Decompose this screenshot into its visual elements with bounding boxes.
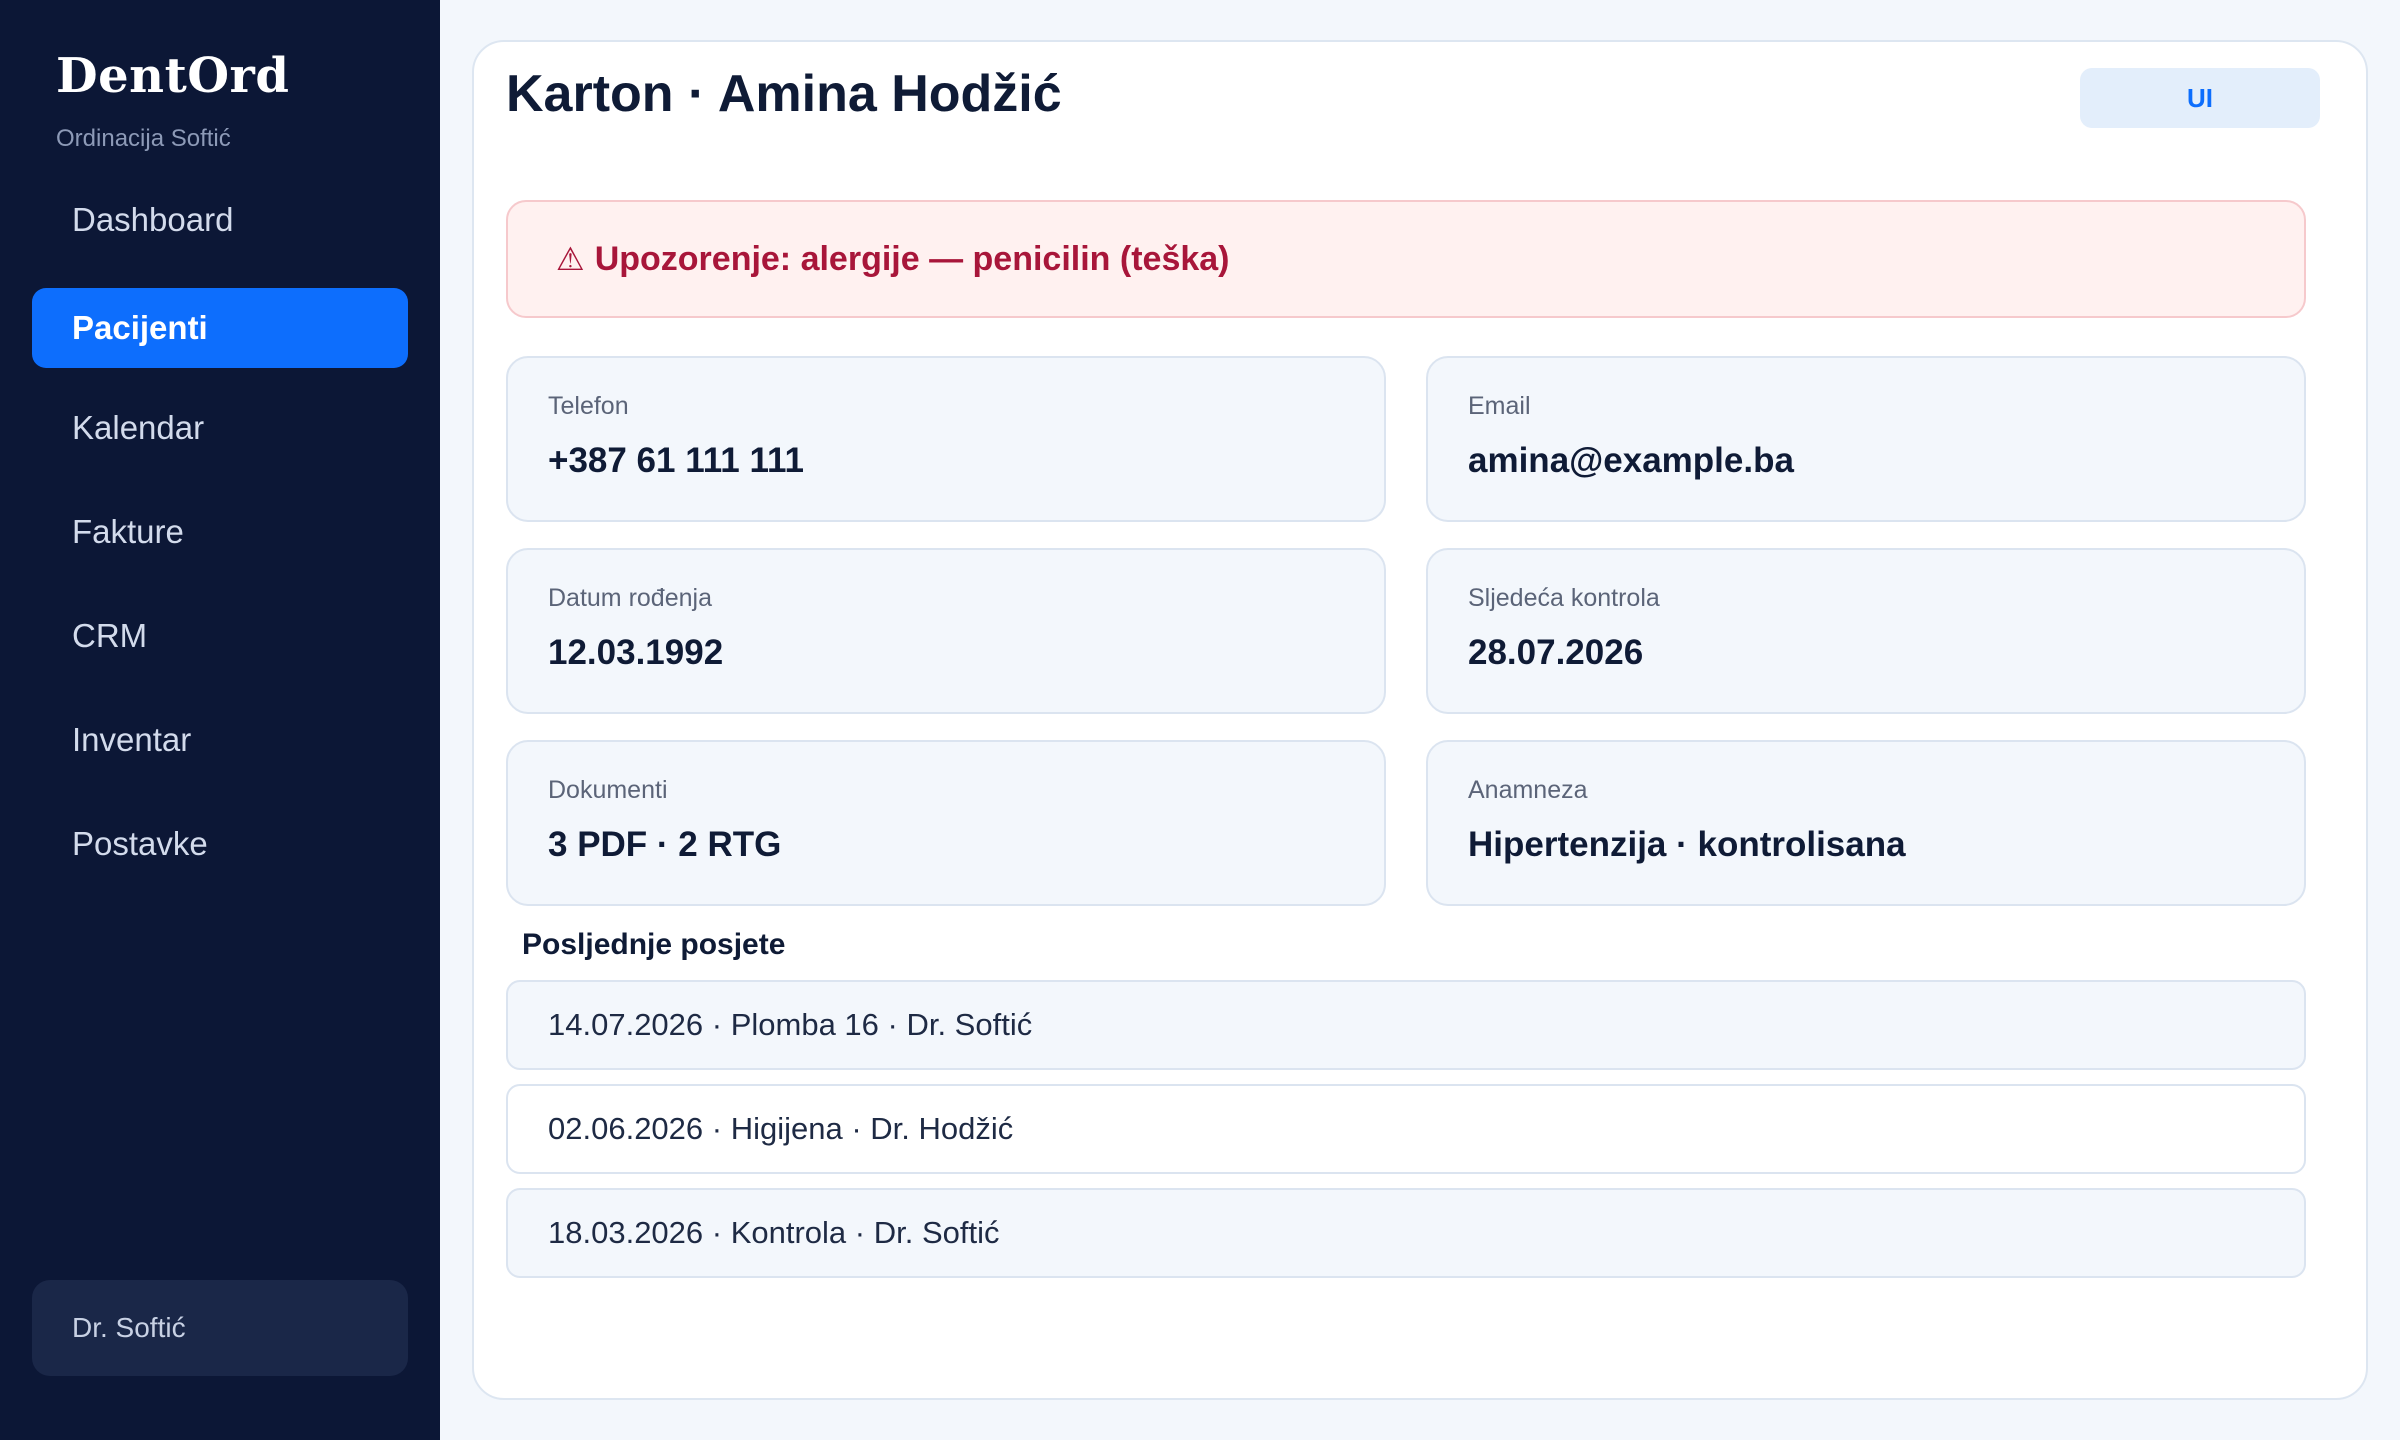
field-label: Email — [1468, 392, 1531, 420]
alert-text: Upozorenje: alergije — penicilin (teška) — [594, 239, 1230, 278]
field-label: Sljedeća kontrola — [1468, 584, 1660, 612]
sidebar-item-kalendar[interactable]: Kalendar — [32, 388, 408, 468]
allergy-alert: ⚠ Upozorenje: alergije — penicilin (tešk… — [506, 200, 2306, 318]
field-card-anamnesis: Anamneza Hipertenzija · kontrolisana — [1426, 740, 2306, 906]
sidebar-item-crm[interactable]: CRM — [32, 596, 408, 676]
field-card-email: Email amina@example.ba — [1426, 356, 2306, 522]
field-label: Datum rođenja — [548, 584, 712, 612]
sidebar-item-pacijenti[interactable]: Pacijenti — [32, 288, 408, 368]
field-label: Anamneza — [1468, 776, 1588, 804]
field-value: Hipertenzija · kontrolisana — [1468, 825, 1906, 864]
field-label: Dokumenti — [548, 776, 668, 804]
recent-visits-title: Posljednje posjete — [522, 928, 786, 961]
sidebar-item-fakture[interactable]: Fakture — [32, 492, 408, 572]
field-card-telefon: Telefon +387 61 111 111 — [506, 356, 1386, 522]
field-card-next-checkup: Sljedeća kontrola 28.07.2026 — [1426, 548, 2306, 714]
sidebar-item-dashboard[interactable]: Dashboard — [32, 180, 408, 260]
field-value: amina@example.ba — [1468, 441, 1794, 480]
warning-icon: ⚠ — [556, 241, 585, 277]
field-value: 12.03.1992 — [548, 633, 724, 672]
visit-row[interactable]: 14.07.2026 · Plomba 16 · Dr. Softić — [506, 980, 2306, 1070]
field-value: 28.07.2026 — [1468, 633, 1644, 672]
ui-toggle-button[interactable]: UI — [2080, 68, 2320, 128]
app-logo: DentOrd — [56, 48, 290, 104]
clinic-name: Ordinacija Softić — [56, 125, 231, 152]
field-value: +387 61 111 111 — [548, 441, 805, 480]
sidebar: DentOrd Ordinacija Softić Dashboard Paci… — [0, 0, 440, 1440]
visit-row[interactable]: 02.06.2026 · Higijena · Dr. Hodžić — [506, 1084, 2306, 1174]
field-card-documents[interactable]: Dokumenti 3 PDF · 2 RTG — [506, 740, 1386, 906]
user-profile-button[interactable]: Dr. Softić — [32, 1280, 408, 1376]
sidebar-item-inventar[interactable]: Inventar — [32, 700, 408, 780]
page-title: Karton · Amina Hodžić — [506, 65, 1062, 123]
visit-row[interactable]: 18.03.2026 · Kontrola · Dr. Softić — [506, 1188, 2306, 1278]
sidebar-item-postavke[interactable]: Postavke — [32, 804, 408, 884]
field-label: Telefon — [548, 392, 629, 420]
patient-record-panel: Karton · Amina Hodžić UI ⚠ Upozorenje: a… — [472, 40, 2368, 1400]
field-value: 3 PDF · 2 RTG — [548, 825, 782, 864]
field-card-birthdate: Datum rođenja 12.03.1992 — [506, 548, 1386, 714]
